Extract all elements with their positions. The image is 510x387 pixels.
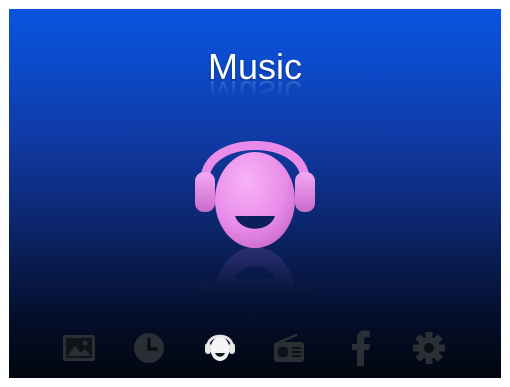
picture-icon [63, 335, 95, 361]
gear-icon [413, 332, 445, 364]
facebook-icon [352, 330, 370, 366]
radio-icon [274, 333, 304, 362]
dock-item-clock[interactable] [127, 327, 171, 369]
app-dock [9, 327, 501, 369]
page-title-reflection: Music [207, 73, 302, 114]
dock-item-radio[interactable] [267, 327, 311, 369]
dock-item-pictures[interactable] [57, 327, 101, 369]
headphones-icon [205, 334, 235, 361]
music-menu-screen: Music Music [9, 9, 501, 378]
clock-icon [134, 333, 164, 363]
dock-item-music[interactable] [198, 327, 242, 369]
dock-item-settings[interactable] [407, 327, 451, 369]
dock-item-facebook[interactable] [339, 327, 383, 369]
